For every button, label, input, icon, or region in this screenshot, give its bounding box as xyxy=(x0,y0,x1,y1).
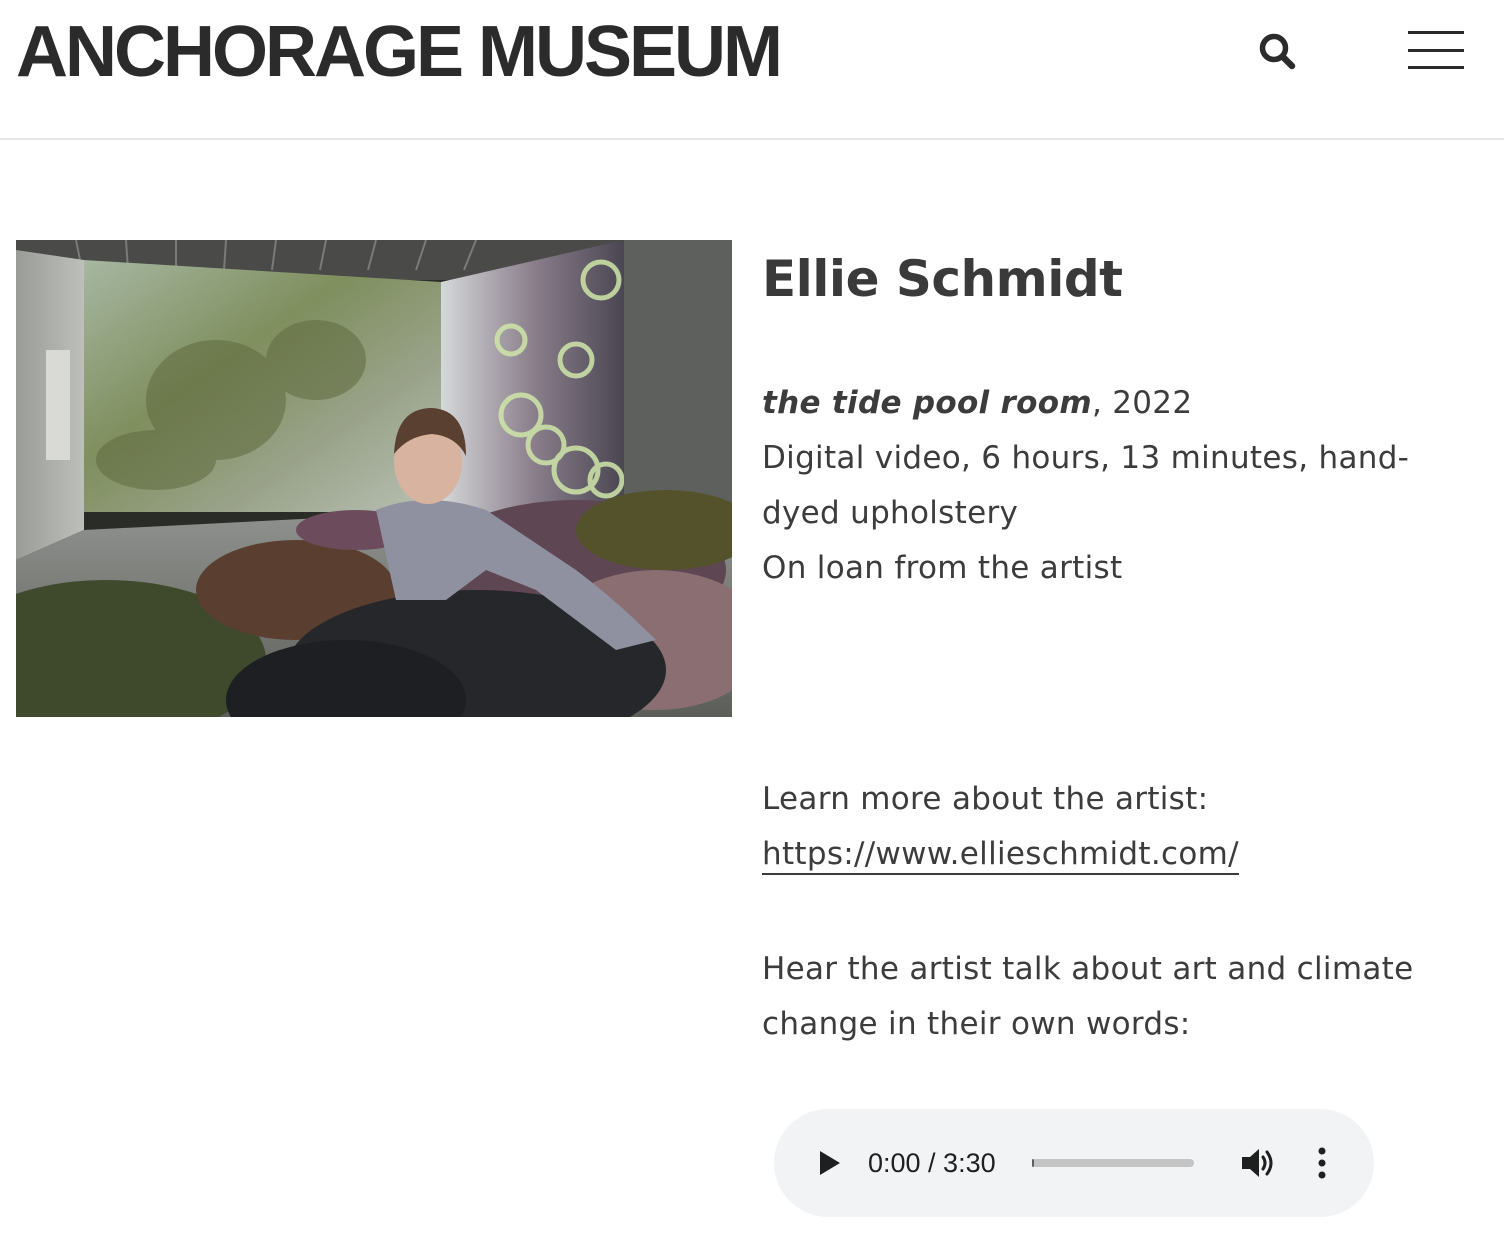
site-logo[interactable]: ANCHORAGE MUSEUM xyxy=(16,12,783,92)
more-vert-icon xyxy=(1318,1147,1326,1179)
audio-intro-line-1: Hear the artist talk about art and clima… xyxy=(762,951,1414,987)
seek-slider[interactable] xyxy=(1032,1159,1194,1167)
artwork-photo xyxy=(16,240,732,717)
work-credit: On loan from the artist xyxy=(762,550,1123,586)
hamburger-menu-icon xyxy=(1408,31,1464,69)
search-button[interactable] xyxy=(1252,26,1304,78)
work-year: , 2022 xyxy=(1091,385,1193,421)
time-display: 0:00 / 3:30 xyxy=(868,1148,996,1178)
artwork-info: the tide pool room, 2022 Digital video, … xyxy=(762,376,1462,596)
installation-photo-illustration xyxy=(16,240,732,717)
audio-intro-line-2: change in their own words: xyxy=(762,1006,1191,1042)
play-icon xyxy=(820,1151,840,1175)
artist-name: Ellie Schmidt xyxy=(762,250,1123,308)
learn-more-section: Learn more about the artist: https://www… xyxy=(762,772,1462,882)
site-header: ANCHORAGE MUSEUM xyxy=(0,0,1504,140)
search-icon xyxy=(1259,33,1296,70)
audio-player: 0:00 / 3:30 xyxy=(774,1109,1374,1217)
work-title-line: the tide pool room, 2022 xyxy=(762,376,1462,431)
work-medium-line-2: dyed upholstery xyxy=(762,495,1019,531)
artist-website-link[interactable]: https://www.ellieschmidt.com/ xyxy=(762,836,1239,875)
more-options-button[interactable] xyxy=(1304,1143,1340,1183)
play-button[interactable] xyxy=(810,1143,850,1183)
menu-button[interactable] xyxy=(1404,26,1466,74)
seek-progress xyxy=(1032,1159,1034,1167)
work-title: the tide pool room xyxy=(762,385,1092,421)
volume-button[interactable] xyxy=(1238,1143,1278,1183)
volume-icon xyxy=(1242,1149,1273,1177)
learn-more-label: Learn more about the artist: xyxy=(762,781,1209,817)
audio-intro: Hear the artist talk about art and clima… xyxy=(762,942,1452,1052)
work-medium-line-1: Digital video, 6 hours, 13 minutes, hand… xyxy=(762,440,1410,476)
